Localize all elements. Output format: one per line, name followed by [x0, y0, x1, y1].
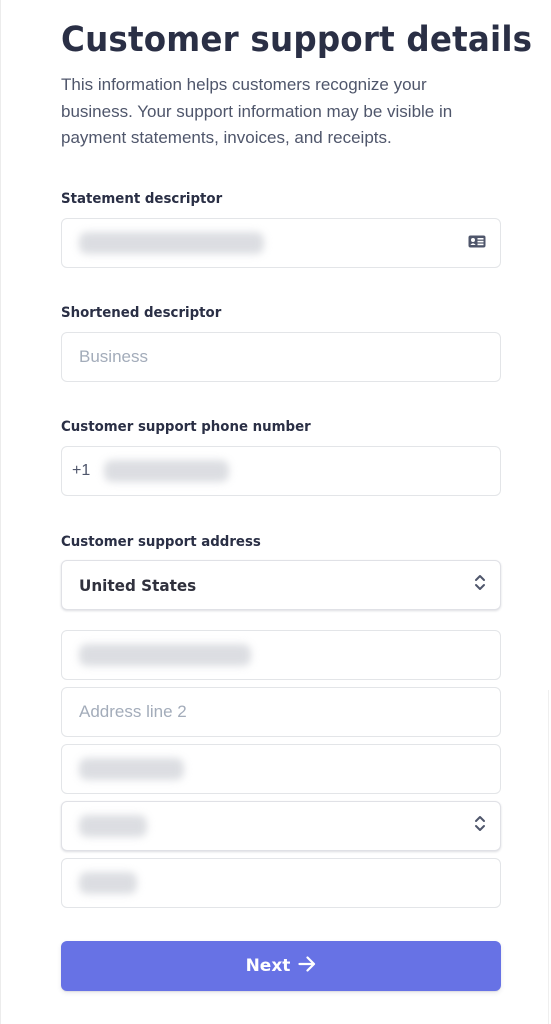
arrow-right-icon — [298, 955, 316, 977]
zip-value-redacted — [79, 872, 137, 894]
statement-descriptor-value-redacted — [79, 232, 264, 254]
zip-input[interactable] — [61, 858, 501, 908]
shortened-descriptor-input[interactable]: Business — [61, 332, 501, 382]
phone-input[interactable]: +1 — [61, 446, 501, 496]
address-line2-input[interactable]: Address line 2 — [61, 687, 501, 737]
city-value-redacted — [79, 758, 184, 780]
phone-country-code: +1 — [72, 462, 91, 479]
phone-value-redacted — [104, 460, 230, 482]
address-label: Customer support address — [61, 534, 261, 550]
statement-descriptor-label: Statement descriptor — [61, 191, 223, 207]
country-select[interactable]: United States — [61, 560, 501, 610]
address-line1-value-redacted — [79, 644, 251, 666]
chevron-up-down-icon — [474, 574, 486, 597]
city-input[interactable] — [61, 744, 501, 794]
page-title: Customer support details — [61, 20, 533, 60]
address-line2-placeholder: Address line 2 — [79, 702, 187, 721]
shortened-descriptor-label: Shortened descriptor — [61, 305, 222, 321]
state-select[interactable] — [61, 801, 501, 851]
address-line1-input[interactable] — [61, 630, 501, 680]
id-card-icon — [468, 233, 486, 253]
chevron-up-down-icon — [474, 815, 486, 838]
page: Customer support details This informatio… — [0, 0, 551, 1024]
next-button[interactable]: Next — [61, 941, 501, 991]
next-button-label: Next — [245, 956, 291, 976]
shortened-descriptor-placeholder: Business — [79, 347, 148, 366]
statement-descriptor-input[interactable] — [61, 218, 501, 268]
page-description: This information helps customers recogni… — [61, 75, 453, 147]
country-selected-value: United States — [79, 575, 197, 595]
phone-label: Customer support phone number — [61, 419, 311, 435]
state-value-redacted — [79, 815, 147, 837]
